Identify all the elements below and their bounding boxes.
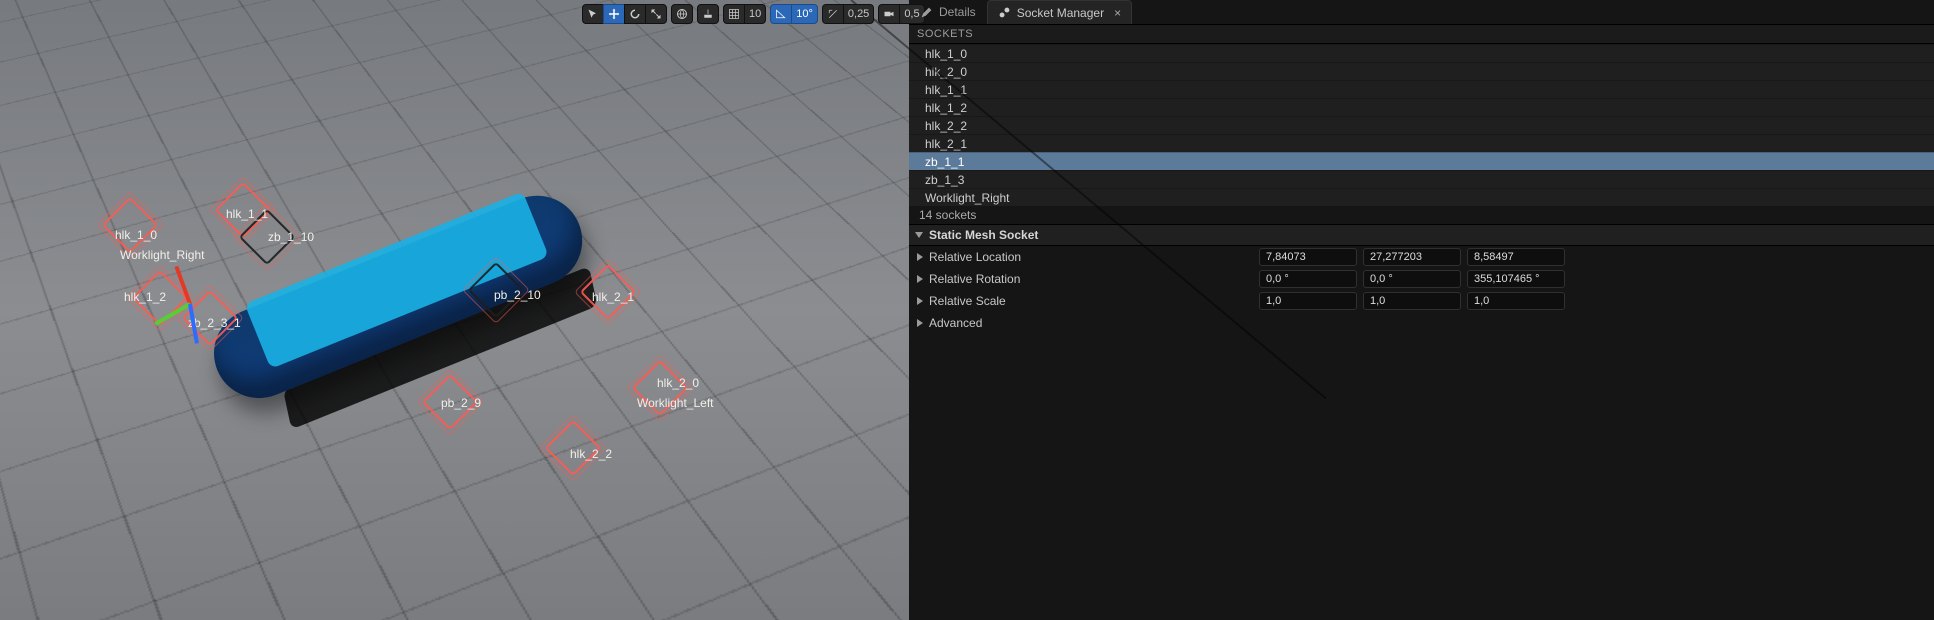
expand-icon	[650, 8, 662, 20]
socket-list-item[interactable]: hlk_2_1	[909, 134, 1934, 152]
socket-label: hlk_1_1	[226, 207, 268, 221]
socket-label: hlk_2_1	[592, 290, 634, 304]
transform-gizmo[interactable]	[162, 278, 232, 348]
socket-list-item[interactable]: hlk_1_1	[909, 80, 1934, 98]
scale-snap-icon	[827, 8, 839, 20]
tab-socket-manager-label: Socket Manager	[1017, 6, 1104, 20]
grid-snap-value-text: 10	[749, 8, 761, 20]
grid-snap-toggle[interactable]	[723, 4, 744, 24]
socket-label: Worklight_Left	[637, 396, 713, 410]
socket-manager-icon	[998, 6, 1011, 19]
coord-space-button[interactable]	[671, 4, 693, 24]
prop-label: Relative Scale	[929, 294, 1006, 308]
sockets-section-header: SOCKETS	[909, 24, 1934, 44]
socket-label: Worklight_Right	[120, 248, 204, 262]
prop-relative-rotation: Relative Rotation 0,0 ° 0,0 ° 355,107465…	[909, 268, 1934, 290]
scale-x-field[interactable]: 1,0	[1259, 292, 1357, 310]
caret-right-icon[interactable]	[917, 297, 923, 305]
category-static-mesh-socket[interactable]: Static Mesh Socket	[909, 224, 1934, 246]
prop-label: Relative Rotation	[929, 272, 1020, 286]
socket-list-item[interactable]: zb_1_1	[909, 152, 1934, 170]
socket-label: hlk_1_2	[124, 290, 166, 304]
translate-tool-button[interactable]	[603, 4, 624, 24]
scale-z-field[interactable]: 1,0	[1467, 292, 1565, 310]
location-y-field[interactable]: 27,277203	[1363, 248, 1461, 266]
socket-label: hlk_2_2	[570, 447, 612, 461]
socket-label: pb_2_9	[441, 396, 481, 410]
pencil-icon	[920, 6, 933, 19]
angle-icon	[775, 8, 787, 20]
grid-icon	[728, 8, 740, 20]
grid-snap-value[interactable]: 10	[744, 4, 766, 24]
angle-snap-toggle[interactable]	[770, 4, 791, 24]
surface-snap-button[interactable]	[697, 4, 719, 24]
angle-snap-value[interactable]: 10°	[791, 4, 818, 24]
caret-right-icon[interactable]	[917, 253, 923, 261]
tab-socket-manager[interactable]: Socket Manager ×	[987, 0, 1132, 24]
rotate-icon	[629, 8, 641, 20]
socket-list-item[interactable]: hlk_2_0	[909, 62, 1934, 80]
scale-tool-button[interactable]	[645, 4, 667, 24]
caret-down-icon	[915, 232, 923, 238]
viewport-toolbar: 10 10° 0,25 0,5	[582, 4, 925, 24]
rotation-x-field[interactable]: 0,0 °	[1259, 270, 1357, 288]
socket-label: zb_1_10	[268, 230, 314, 244]
socket-label: pb_2_10	[494, 288, 541, 302]
advanced-label: Advanced	[929, 316, 982, 330]
socket-list-item[interactable]: hlk_2_2	[909, 116, 1934, 134]
location-z-field[interactable]: 8,58497	[1467, 248, 1565, 266]
category-label: Static Mesh Socket	[929, 228, 1038, 242]
socket-list-item[interactable]: hlk_1_2	[909, 98, 1934, 116]
side-panel: Details Socket Manager × SOCKETS hlk_1_0…	[909, 0, 1934, 620]
viewport-3d[interactable]: hlk_1_0 Worklight_Right hlk_1_1 zb_1_10 …	[0, 0, 909, 620]
select-tool-button[interactable]	[582, 4, 603, 24]
snap-icon	[702, 8, 714, 20]
caret-right-icon	[917, 319, 923, 327]
prop-relative-location: Relative Location 7,84073 27,277203 8,58…	[909, 246, 1934, 268]
socket-label: hlk_2_0	[657, 376, 699, 390]
angle-snap-value-text: 10°	[796, 8, 813, 20]
scale-snap-value-text: 0,25	[848, 8, 869, 20]
camera-icon	[883, 8, 895, 20]
tab-bar: Details Socket Manager ×	[909, 0, 1934, 24]
camera-speed-toggle[interactable]	[878, 4, 899, 24]
close-tab-button[interactable]: ×	[1114, 6, 1121, 20]
rotate-tool-button[interactable]	[624, 4, 645, 24]
tab-details[interactable]: Details	[909, 0, 987, 24]
caret-right-icon[interactable]	[917, 275, 923, 283]
socket-label: hlk_1_0	[115, 228, 157, 242]
prop-relative-scale: Relative Scale 1,0 1,0 1,0	[909, 290, 1934, 312]
prop-label: Relative Location	[929, 250, 1021, 264]
tab-details-label: Details	[939, 5, 976, 19]
rotation-y-field[interactable]: 0,0 °	[1363, 270, 1461, 288]
location-x-field[interactable]: 7,84073	[1259, 248, 1357, 266]
rotation-z-field[interactable]: 355,107465 °	[1467, 270, 1565, 288]
scale-snap-toggle[interactable]	[822, 4, 843, 24]
move-icon	[608, 8, 620, 20]
socket-count: 14 sockets	[909, 206, 1934, 224]
socket-list-item[interactable]: hlk_1_0	[909, 44, 1934, 62]
socket-list: hlk_1_0hlk_2_0hlk_1_1hlk_1_2hlk_2_2hlk_2…	[909, 44, 1934, 206]
scale-y-field[interactable]: 1,0	[1363, 292, 1461, 310]
empty-area	[909, 334, 1934, 620]
category-advanced[interactable]: Advanced	[909, 312, 1934, 334]
socket-list-item[interactable]: Worklight_Right	[909, 188, 1934, 206]
sockets-section-label: SOCKETS	[917, 28, 973, 40]
cursor-icon	[587, 8, 599, 20]
globe-icon	[676, 8, 688, 20]
scale-snap-value[interactable]: 0,25	[843, 4, 874, 24]
